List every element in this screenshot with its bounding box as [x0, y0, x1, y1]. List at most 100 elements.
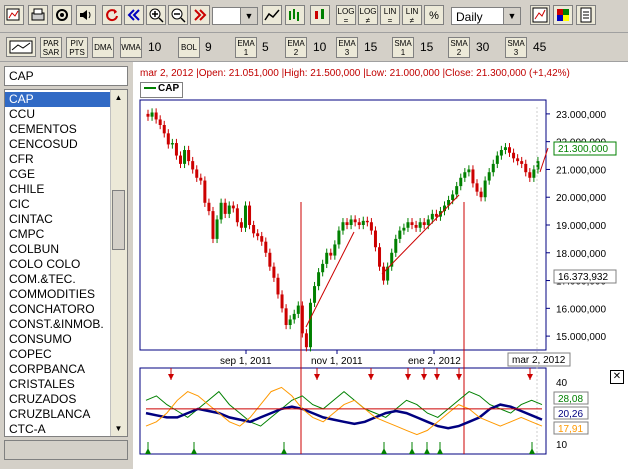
- symbol-panel: CAP CAP CCU CEMENTOS CENCOSUD CFR CGE CHILE CIC…: [0, 62, 133, 469]
- symbol-search-input[interactable]: CAP: [4, 66, 128, 86]
- log-not-equal-button[interactable]: LOG ≠: [358, 5, 378, 25]
- symbol-list-item[interactable]: COMMODITIES: [5, 287, 113, 302]
- candle-body: [503, 147, 507, 150]
- cursor-price-label: 16.373,932: [558, 272, 608, 283]
- candle-body: [402, 227, 406, 231]
- wma-value[interactable]: 10: [148, 40, 161, 54]
- symbol-list-item[interactable]: CMPC: [5, 227, 113, 242]
- symbol-list-item[interactable]: CORPBANCA: [5, 362, 113, 377]
- scroll-down-icon[interactable]: ▼: [111, 421, 126, 436]
- wma-button[interactable]: WMA: [120, 37, 142, 58]
- ema1-value[interactable]: 5: [262, 40, 269, 54]
- log-equal-button[interactable]: LOG =: [336, 5, 356, 25]
- bar-chart-icon[interactable]: [285, 5, 305, 25]
- ema2-button[interactable]: EMA 2: [285, 37, 307, 58]
- period-select[interactable]: ▼: [212, 7, 258, 25]
- symbol-list-item[interactable]: CRUZBLANCA: [5, 407, 113, 422]
- par-sar-button[interactable]: PAR SAR: [40, 37, 62, 58]
- zoom-in-icon[interactable]: [146, 5, 166, 25]
- symbol-list-item[interactable]: CCU: [5, 107, 113, 122]
- candle-body: [337, 230, 341, 245]
- symbol-list-item[interactable]: CENCOSUD: [5, 137, 113, 152]
- symbol-list-item[interactable]: CINTAC: [5, 212, 113, 227]
- symbol-list-item[interactable]: CONSUMO: [5, 332, 113, 347]
- scroll-up-icon[interactable]: ▲: [111, 90, 126, 105]
- candle-body: [361, 220, 365, 225]
- sma2-button[interactable]: SMA 2: [448, 37, 470, 58]
- scroll-thumb[interactable]: [112, 190, 125, 250]
- refresh-icon[interactable]: [102, 5, 122, 25]
- candle-body: [418, 222, 422, 228]
- sma1-value[interactable]: 15: [420, 40, 433, 54]
- ema3-button[interactable]: EMA 3: [336, 37, 358, 58]
- symbol-list-item[interactable]: CONCHATORO: [5, 302, 113, 317]
- percent-button[interactable]: %: [424, 5, 444, 25]
- sma1-button[interactable]: SMA 1: [392, 37, 414, 58]
- bol-value[interactable]: 9: [205, 40, 212, 54]
- symbol-list-item[interactable]: CRUZADOS: [5, 392, 113, 407]
- new-chart-icon[interactable]: [4, 5, 24, 25]
- date-label: mar 2, 2012: [512, 355, 566, 366]
- sma2-value[interactable]: 30: [476, 40, 489, 54]
- symbol-list-item[interactable]: CRISTALES: [5, 377, 113, 392]
- chevron-down-icon[interactable]: ▼: [240, 8, 257, 24]
- sma3-value[interactable]: 45: [533, 40, 546, 54]
- symbol-list-item[interactable]: CHILE: [5, 182, 113, 197]
- price-chart[interactable]: 23.000,00022.000,00021.000,00020.000,000…: [134, 62, 628, 469]
- candle-body: [455, 186, 459, 195]
- timeframe-select[interactable]: Daily ▼: [451, 7, 521, 25]
- dma-button[interactable]: DMA: [92, 37, 114, 58]
- settings-icon[interactable]: [52, 5, 72, 25]
- candle-body: [357, 222, 361, 225]
- candle-body: [365, 220, 369, 223]
- print-icon[interactable]: [28, 5, 48, 25]
- notes-icon[interactable]: [576, 5, 596, 25]
- close-icon[interactable]: ✕: [610, 370, 624, 384]
- symbol-list-item[interactable]: COLBUN: [5, 242, 113, 257]
- candle-body: [467, 169, 471, 173]
- lin-equal-button[interactable]: LIN =: [380, 5, 400, 25]
- candle-body: [491, 163, 495, 173]
- symbol-list-item[interactable]: COPEC: [5, 347, 113, 362]
- symbol-list-item[interactable]: CONST.&INMOB.: [5, 317, 113, 332]
- zoom-out-icon[interactable]: [168, 5, 188, 25]
- indicator-icon[interactable]: [530, 5, 550, 25]
- candle-body: [239, 222, 243, 228]
- candle-body: [532, 169, 536, 178]
- symbol-list-item[interactable]: COM.&TEC.: [5, 272, 113, 287]
- candle-body: [227, 205, 231, 214]
- symbol-list-item[interactable]: CEMENTOS: [5, 122, 113, 137]
- lin-not-equal-button[interactable]: LIN ≠: [402, 5, 422, 25]
- ema1-button[interactable]: EMA 1: [235, 37, 257, 58]
- ema3-value[interactable]: 15: [364, 40, 377, 54]
- sma3-button[interactable]: SMA 3: [505, 37, 527, 58]
- oscillator-value-label: 17,91: [558, 424, 583, 435]
- bol-button[interactable]: BOL: [178, 37, 200, 58]
- candle-body: [410, 222, 414, 225]
- symbol-list-item[interactable]: CGE: [5, 167, 113, 182]
- candle-body: [304, 333, 308, 348]
- symbol-list[interactable]: CAP CCU CEMENTOS CENCOSUD CFR CGE CHILE CIC CINT…: [4, 89, 128, 437]
- symbol-list-item[interactable]: CFR: [5, 152, 113, 167]
- candle-body: [256, 233, 260, 237]
- ema2-value[interactable]: 10: [313, 40, 326, 54]
- indicator-toolbar: PAR SAR PIV PTS DMA WMA 10 BOL 9 EMA 1 5…: [0, 33, 628, 62]
- symbol-list-item[interactable]: CTC-A: [5, 422, 113, 436]
- candle-body: [174, 143, 178, 156]
- list-scrollbar[interactable]: ▲ ▼: [110, 90, 127, 436]
- candle-chart-icon[interactable]: [310, 5, 330, 25]
- palette-icon[interactable]: [553, 5, 573, 25]
- candle-body: [349, 219, 353, 225]
- fast-forward-icon[interactable]: [190, 5, 210, 25]
- pivot-points-button[interactable]: PIV PTS: [66, 37, 88, 58]
- candle-body: [463, 172, 467, 178]
- candle-body: [422, 222, 426, 225]
- sound-icon[interactable]: [76, 5, 96, 25]
- chart-layout-icon[interactable]: [6, 37, 36, 57]
- symbol-list-item[interactable]: CAP: [5, 92, 113, 107]
- rewind-icon[interactable]: [124, 5, 144, 25]
- chevron-down-icon[interactable]: ▼: [503, 8, 520, 24]
- symbol-list-item[interactable]: COLO COLO: [5, 257, 113, 272]
- line-chart-icon[interactable]: [262, 5, 282, 25]
- symbol-list-item[interactable]: CIC: [5, 197, 113, 212]
